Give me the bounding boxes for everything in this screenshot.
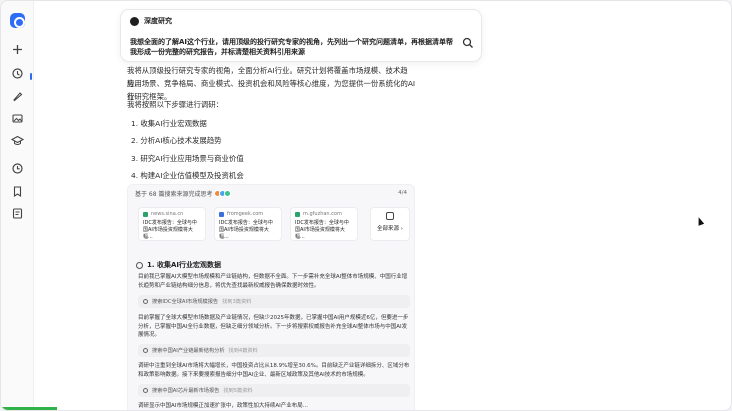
source-site: fromgeek.com xyxy=(219,211,277,217)
favicon-icon xyxy=(295,211,300,217)
source-title: IDC发布报告：全球与中国AI市场投资规模将大幅... xyxy=(295,220,349,240)
section-paragraph: 调研显示中国AI市场规模正加速扩张中，政策性加大持续AI产业布局... xyxy=(138,403,309,409)
new-chat-icon[interactable] xyxy=(9,41,26,58)
source-avatars xyxy=(214,190,232,197)
query-card[interactable]: 深度研究 我想全面的了解AI这个行业，请用顶级的投行研究专家的视角，先列出一个研… xyxy=(120,9,482,62)
section-paragraph: 调研中注重到全球AI市场将大幅增长，中国投资占比从18.9%增至30.6%。目前… xyxy=(138,363,410,378)
search-icon xyxy=(143,348,148,353)
all-sources-button[interactable]: 全部来源 › xyxy=(370,207,410,241)
source-card[interactable]: fromgeek.com IDC发布报告：全球与中国AI市场投资规模将大幅... xyxy=(214,207,282,241)
plan-label: 我将按照以下步骤进行调研： xyxy=(127,100,224,109)
progress-bar xyxy=(1,407,57,410)
deep-research-icon xyxy=(130,16,139,26)
app-window: 深度研究 我想全面的了解AI这个行业，请用顶级的投行研究专家的视角，先列出一个研… xyxy=(0,0,732,411)
search-step[interactable]: 搜索中国AI芯片最新市场报告 找到5篇资料 xyxy=(138,384,410,397)
query-text: 我想全面的了解AI这个行业，请用顶级的投行研究专家的视角，先列出一个研究问题清单… xyxy=(130,38,454,56)
search-step-label: 搜索中国AI产业链最新结构分析 xyxy=(152,348,225,354)
sidebar xyxy=(1,1,57,410)
search-step[interactable]: 搜索中国AI产业链最新结构分析 找到4篇资料 xyxy=(138,344,410,357)
step-2: 2. 分析AI核心技术发展趋势 xyxy=(131,136,222,145)
search-step-count: 找到5篇资料 xyxy=(223,388,253,394)
sources-count-label: 基于 68 篇搜索来源完成思考 xyxy=(135,191,213,198)
favicon-icon xyxy=(219,211,224,217)
search-step-count: 找到3篇资料 xyxy=(222,299,252,305)
step-3: 3. 研究AI行业应用场景与商业价值 xyxy=(131,154,244,163)
source-site-label: m.gfuzhan.com xyxy=(303,211,342,217)
source-site-label: fromgeek.com xyxy=(227,211,264,217)
source-avatar xyxy=(224,190,232,197)
source-site-label: news.sina.cn xyxy=(151,211,184,217)
image-icon[interactable] xyxy=(9,110,26,127)
clock-icon[interactable] xyxy=(9,160,26,177)
query-card-header: 深度研究 xyxy=(130,16,172,26)
search-icon xyxy=(143,299,148,304)
section-title-label: 1. 收集AI行业宏观数据 xyxy=(147,261,221,269)
all-sources-label: 全部来源 › xyxy=(377,226,403,232)
source-title: IDC发布报告：全球与中国AI市场投资规模将大幅... xyxy=(143,220,197,240)
step-4: 4. 构建AI企业估值模型及投资机会 xyxy=(131,171,244,180)
logo-icon[interactable] xyxy=(10,13,25,28)
search-icon[interactable] xyxy=(462,34,474,48)
mouse-cursor-icon xyxy=(695,216,705,226)
history-icon[interactable] xyxy=(9,65,26,82)
search-step-label: 搜索中国AI芯片最新市场报告 xyxy=(152,388,220,394)
search-icon xyxy=(143,388,148,393)
active-indicator xyxy=(30,73,32,80)
source-title: IDC发布报告：全球与中国AI市场投资规模将大幅... xyxy=(219,220,273,240)
source-card[interactable]: m.gfuzhan.com IDC发布报告：全球与中国AI市场投资规模将大幅..… xyxy=(290,207,358,241)
grid-icon xyxy=(386,212,394,220)
notes-icon[interactable] xyxy=(9,205,26,222)
step-1: 1. 收集AI行业宏观数据 xyxy=(131,119,207,128)
search-step-label: 搜索IDC全球AI市场规模报告 xyxy=(152,299,219,305)
sources-header[interactable]: 基于 68 篇搜索来源完成思考 xyxy=(135,189,232,198)
section-title[interactable]: 1. 收集AI行业宏观数据 xyxy=(136,260,221,270)
search-step-count: 找到4篇资料 xyxy=(228,348,258,354)
source-card[interactable]: news.sina.cn IDC发布报告：全球与中国AI市场投资规模将大幅... xyxy=(138,207,206,241)
favicon-icon xyxy=(143,211,148,217)
section-paragraph: 目前我已掌握AI大模型市场规模和产业链结构，但数据不全面。下一步需补充全球AI整… xyxy=(138,274,408,289)
section-paragraph: 目前掌握了全球大模型市场数据及产业链情况，但缺少2025年数据，已掌握中国AI用… xyxy=(138,315,409,339)
brush-icon[interactable] xyxy=(9,88,26,105)
sources-page-indicator: 4/4 xyxy=(398,190,407,196)
source-site: news.sina.cn xyxy=(143,211,201,217)
search-step[interactable]: 搜索IDC全球AI市场规模报告 找到3篇资料 xyxy=(138,295,410,308)
check-circle-icon xyxy=(136,261,143,269)
bookmark-icon[interactable] xyxy=(9,183,26,200)
graduation-icon[interactable] xyxy=(9,132,26,149)
source-site: m.gfuzhan.com xyxy=(295,211,353,217)
query-card-title: 深度研究 xyxy=(144,17,172,25)
